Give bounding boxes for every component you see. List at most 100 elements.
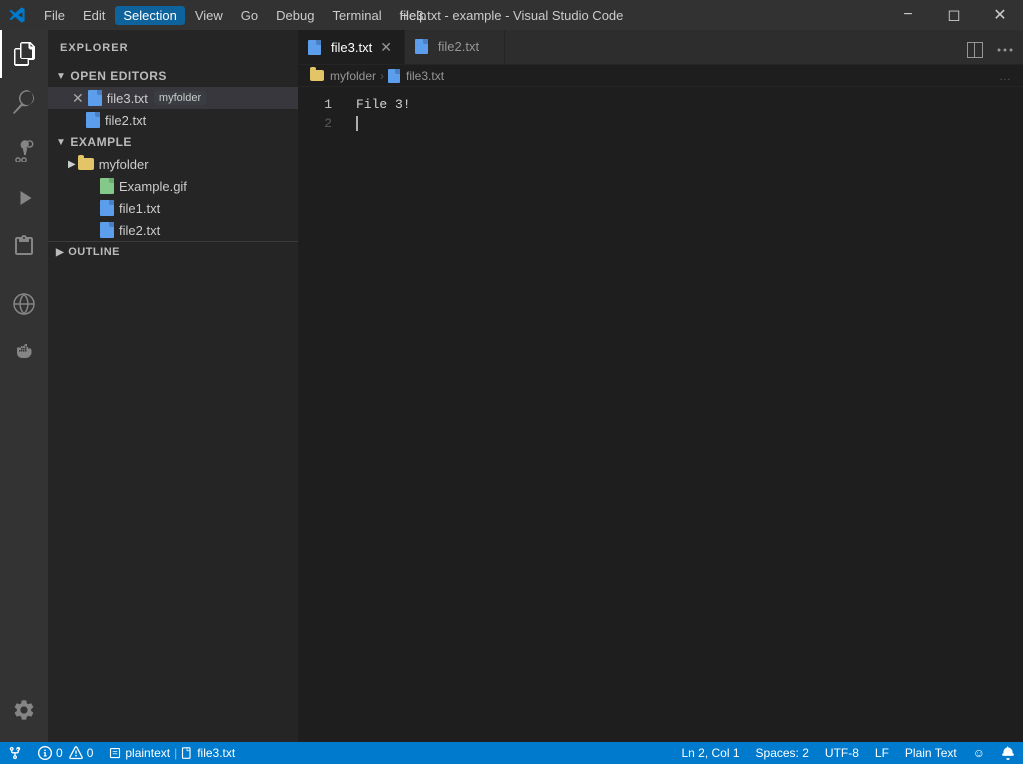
example-label: Example bbox=[70, 135, 132, 149]
breadcrumb-folder-icon bbox=[310, 70, 324, 81]
open-editor-file2-name: file2.txt bbox=[105, 113, 146, 128]
open-editors-label: Open Editors bbox=[70, 69, 166, 83]
activity-extensions[interactable] bbox=[0, 222, 48, 270]
tab-file3[interactable]: file3.txt ✕ bbox=[298, 30, 405, 64]
breadcrumb-separator: › bbox=[380, 69, 384, 83]
warnings-count: 0 bbox=[87, 746, 94, 760]
minimize-button[interactable]: − bbox=[885, 0, 931, 30]
myfolder-chevron-icon: ▶ bbox=[68, 159, 76, 170]
breadcrumb-myfolder[interactable]: myfolder bbox=[310, 69, 376, 83]
tab-bar: file3.txt ✕ file2.txt bbox=[298, 30, 1023, 65]
example-gif-icon bbox=[100, 178, 114, 194]
notifications-item[interactable] bbox=[993, 742, 1023, 764]
outline-chevron-icon: ▶ bbox=[56, 247, 64, 258]
activity-run[interactable] bbox=[0, 174, 48, 222]
myfolder-item[interactable]: ▶ myfolder bbox=[48, 153, 298, 175]
breadcrumb-file-icon bbox=[388, 69, 400, 83]
menu-debug[interactable]: Debug bbox=[268, 6, 322, 25]
menu-terminal[interactable]: Terminal bbox=[324, 6, 389, 25]
indentation-text: Spaces: 2 bbox=[756, 746, 809, 760]
indentation-item[interactable]: Spaces: 2 bbox=[748, 742, 817, 764]
editor-content[interactable]: 1 2 File 3! bbox=[298, 87, 1023, 742]
status-sep: | bbox=[174, 746, 177, 760]
tab-file3-icon bbox=[308, 40, 321, 55]
menu-help[interactable]: Help bbox=[392, 6, 435, 25]
open-editors-header[interactable]: ▼ Open Editors bbox=[48, 65, 298, 87]
file2-txt-icon bbox=[86, 112, 100, 128]
tab-file3-close[interactable]: ✕ bbox=[378, 37, 394, 58]
title-bar-left: File Edit Selection View Go Debug Termin… bbox=[8, 6, 434, 25]
vertical-scrollbar[interactable] bbox=[1013, 87, 1023, 742]
menu-view[interactable]: View bbox=[187, 6, 231, 25]
tab-file2-icon bbox=[415, 39, 428, 54]
myfolder-label: myfolder bbox=[99, 157, 149, 172]
encoding-text: UTF-8 bbox=[825, 746, 859, 760]
more-actions-button[interactable] bbox=[991, 36, 1019, 64]
smiley-item[interactable]: ☺ bbox=[965, 742, 993, 764]
activity-docker[interactable] bbox=[0, 328, 48, 376]
close-button[interactable]: ✕ bbox=[977, 0, 1023, 30]
cursor-position-item[interactable]: Ln 2, Col 1 bbox=[673, 742, 747, 764]
activity-remote-explorer[interactable] bbox=[0, 280, 48, 328]
title-bar: File Edit Selection View Go Debug Termin… bbox=[0, 0, 1023, 30]
errors-count: 0 bbox=[56, 746, 63, 760]
outline-header[interactable]: ▶ Outline bbox=[48, 242, 298, 262]
breadcrumb-more: … bbox=[999, 69, 1011, 83]
split-editor-button[interactable] bbox=[961, 36, 989, 64]
encoding-item[interactable]: UTF-8 bbox=[817, 742, 867, 764]
window-controls: − ◻ ✕ bbox=[885, 0, 1023, 30]
activity-bar bbox=[0, 30, 48, 742]
smiley-icon: ☺ bbox=[973, 746, 985, 760]
file-icon-status bbox=[181, 747, 193, 759]
tab-bar-actions bbox=[957, 36, 1023, 64]
tab-file2[interactable]: file2.txt bbox=[405, 30, 505, 64]
line-num-2: 2 bbox=[298, 114, 348, 133]
menu-file[interactable]: File bbox=[36, 6, 73, 25]
tab-file3-label: file3.txt bbox=[331, 40, 372, 55]
menu-edit[interactable]: Edit bbox=[75, 6, 113, 25]
warning-icon bbox=[69, 746, 83, 760]
git-branch-icon bbox=[8, 746, 22, 760]
open-editors-chevron-icon: ▼ bbox=[56, 71, 66, 82]
tab-file2-label: file2.txt bbox=[438, 39, 479, 54]
git-branch-item[interactable] bbox=[0, 742, 30, 764]
line-endings-item[interactable]: LF bbox=[867, 742, 897, 764]
file2-icon bbox=[100, 222, 114, 238]
menu-selection[interactable]: Selection bbox=[115, 6, 184, 25]
code-line-1: File 3! bbox=[356, 95, 1013, 114]
code-area[interactable]: File 3! bbox=[348, 87, 1013, 742]
errors-item[interactable]: 0 0 bbox=[30, 742, 101, 764]
breadcrumb-file-label: file3.txt bbox=[406, 69, 444, 83]
file2-item[interactable]: file2.txt bbox=[48, 219, 298, 241]
language-mode-item[interactable]: Plain Text bbox=[897, 742, 965, 764]
open-editor-file2[interactable]: file2.txt bbox=[48, 109, 298, 131]
activity-search[interactable] bbox=[0, 78, 48, 126]
plaintext-label: plaintext bbox=[125, 746, 170, 760]
restore-button[interactable]: ◻ bbox=[931, 0, 977, 30]
bell-icon bbox=[1001, 746, 1015, 760]
file-status-icon bbox=[109, 747, 121, 759]
menu-go[interactable]: Go bbox=[233, 6, 266, 25]
activity-source-control[interactable] bbox=[0, 126, 48, 174]
cursor-position-text: Ln 2, Col 1 bbox=[681, 746, 739, 760]
file-info-item[interactable]: plaintext | file3.txt bbox=[101, 742, 243, 764]
menu-bar: File Edit Selection View Go Debug Termin… bbox=[36, 6, 434, 25]
activity-explorer[interactable] bbox=[0, 30, 48, 78]
example-header[interactable]: ▼ Example bbox=[48, 131, 298, 153]
open-editor-file3[interactable]: ✕ file3.txt myfolder bbox=[48, 87, 298, 109]
main-area: Explorer ▼ Open Editors ✕ file3.txt myfo… bbox=[0, 30, 1023, 742]
line-numbers: 1 2 bbox=[298, 87, 348, 742]
example-chevron-icon: ▼ bbox=[56, 137, 66, 148]
close-dirty-icon[interactable]: ✕ bbox=[72, 90, 84, 107]
example-gif-item[interactable]: Example.gif bbox=[48, 175, 298, 197]
error-icon bbox=[38, 746, 52, 760]
activity-bar-bottom bbox=[0, 686, 48, 742]
outline-section: ▶ Outline bbox=[48, 241, 298, 262]
breadcrumb-file3[interactable]: file3.txt bbox=[388, 69, 444, 83]
activity-settings[interactable] bbox=[0, 686, 48, 734]
filename-status: file3.txt bbox=[197, 746, 235, 760]
editor-area: file3.txt ✕ file2.txt myfolder bbox=[298, 30, 1023, 742]
line-num-1: 1 bbox=[298, 95, 348, 114]
outline-label: Outline bbox=[68, 246, 120, 258]
file1-item[interactable]: file1.txt bbox=[48, 197, 298, 219]
